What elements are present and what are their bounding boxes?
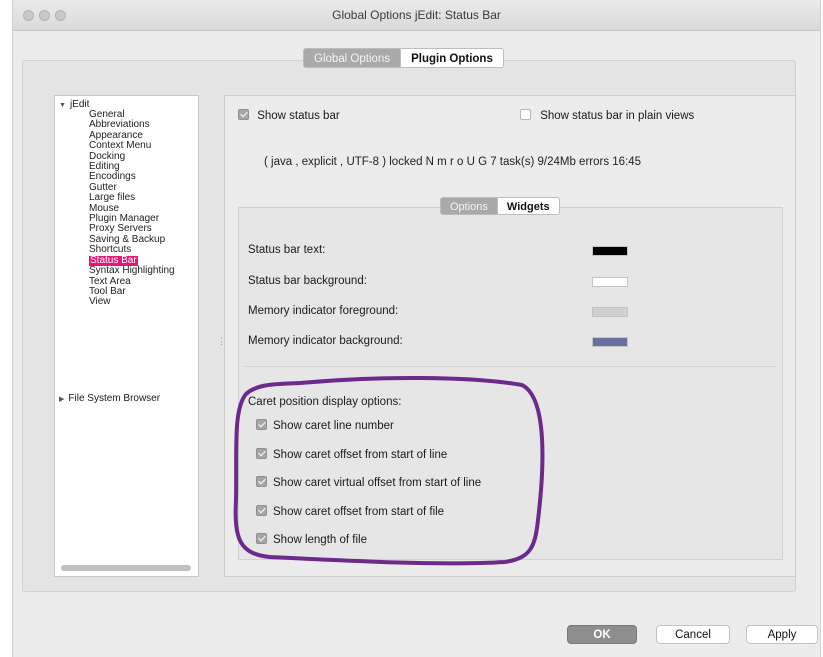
caret-option[interactable]: Show length of file <box>256 533 367 546</box>
caret-option-checkbox[interactable] <box>256 476 267 487</box>
tree-item-label: Large files <box>89 192 136 204</box>
show-status-bar-plain-checkbox[interactable] <box>520 109 531 120</box>
caret-option-label: Show caret virtual offset from start of … <box>273 477 482 489</box>
status-bar-text-color-swatch[interactable] <box>592 246 628 256</box>
caret-option-checkbox[interactable] <box>256 448 267 459</box>
tree-item-label: Encodings <box>89 171 136 183</box>
caret-option[interactable]: Show caret offset from start of line <box>256 448 447 461</box>
cancel-button[interactable]: Cancel <box>656 625 730 644</box>
show-status-bar-label: Show status bar <box>257 110 340 122</box>
status-bar-text-label: Status bar text: <box>248 244 326 256</box>
tree-item[interactable]: View <box>89 297 175 307</box>
status-bar-background-color-swatch[interactable] <box>592 277 628 287</box>
tab-widgets[interactable]: Widgets <box>497 197 560 215</box>
tree-item-label: Context Menu <box>89 140 152 152</box>
collapsed-triangle-icon[interactable]: ▶ <box>59 396 64 403</box>
show-status-bar-plain-label: Show status bar in plain views <box>540 110 695 122</box>
caret-option[interactable]: Show caret offset from start of file <box>256 505 444 518</box>
tab-global-options[interactable]: Global Options <box>303 48 402 68</box>
ok-button[interactable]: OK <box>567 625 637 644</box>
tree-item-label: Mouse <box>89 202 120 214</box>
apply-button[interactable]: Apply <box>746 625 818 644</box>
tree-item-label: View <box>89 296 111 308</box>
tree-item-label: Text Area <box>89 275 131 287</box>
tree-item-label: Plugin Manager <box>89 213 160 225</box>
top-tab-bar: Global Options Plugin Options <box>303 48 504 68</box>
tree-item-label: Gutter <box>89 181 117 193</box>
show-status-bar-option[interactable]: Show status bar <box>238 109 340 122</box>
tree-item-label: Appearance <box>89 129 143 141</box>
show-status-bar-checkbox[interactable] <box>238 109 249 120</box>
tab-plugin-options[interactable]: Plugin Options <box>401 48 504 68</box>
tab-options[interactable]: Options <box>440 197 498 215</box>
caret-options-title: Caret position display options: <box>248 396 402 408</box>
caret-option-checkbox[interactable] <box>256 533 267 544</box>
memory-foreground-color-swatch[interactable] <box>592 307 628 317</box>
separator <box>244 366 776 367</box>
tree-item-label: Shortcuts <box>89 244 132 256</box>
tree-root-label: jEdit <box>69 99 90 110</box>
memory-background-color-swatch[interactable] <box>592 337 628 347</box>
tree-item-label: General <box>89 109 125 120</box>
caret-option-checkbox[interactable] <box>256 505 267 516</box>
caret-option[interactable]: Show caret line number <box>256 419 394 432</box>
tree-root-jedit[interactable]: ▼ jEdit <box>59 99 90 111</box>
tree-root-label: File System Browser <box>68 393 161 404</box>
caret-option-label: Show length of file <box>273 534 367 546</box>
memory-foreground-label: Memory indicator foreground: <box>248 305 399 317</box>
tree-item-label: Saving & Backup <box>89 233 166 245</box>
caret-option-checkbox[interactable] <box>256 419 267 430</box>
title-bar: Global Options jEdit: Status Bar <box>13 0 820 31</box>
tree-item-label: Syntax Highlighting <box>89 265 175 277</box>
caret-option-label: Show caret offset from start of file <box>273 506 445 518</box>
caret-option-label: Show caret offset from start of line <box>273 449 448 461</box>
caret-option-label: Show caret line number <box>273 420 394 432</box>
tree-item-label: Abbreviations <box>89 119 150 131</box>
tree-items: General Abbreviations Appearance Context Me… <box>89 109 175 308</box>
status-bar-background-label: Status bar background: <box>248 275 367 287</box>
expanded-triangle-icon[interactable]: ▼ <box>59 102 66 109</box>
horizontal-scrollbar[interactable] <box>61 565 191 571</box>
caret-option[interactable]: Show caret virtual offset from start of … <box>256 476 481 489</box>
sub-tab-bar: Options Widgets <box>440 197 560 215</box>
tree-item-label: Docking <box>89 150 126 162</box>
show-status-bar-plain-option[interactable]: Show status bar in plain views <box>520 109 694 122</box>
options-tree[interactable]: ▼ jEdit General Abbreviations Appearance Con… <box>54 95 199 577</box>
tree-item-label: Editing <box>89 161 120 173</box>
tree-item-label: Proxy Servers <box>89 223 152 235</box>
tree-item-label: Tool Bar <box>89 285 126 297</box>
memory-background-label: Memory indicator background: <box>248 335 403 347</box>
window-title: Global Options jEdit: Status Bar <box>332 8 501 22</box>
tree-root-file-system-browser[interactable]: ▶ File System Browser <box>59 393 161 405</box>
status-bar-preview: ( java , explicit , UTF-8 ) locked N m r… <box>264 156 642 168</box>
